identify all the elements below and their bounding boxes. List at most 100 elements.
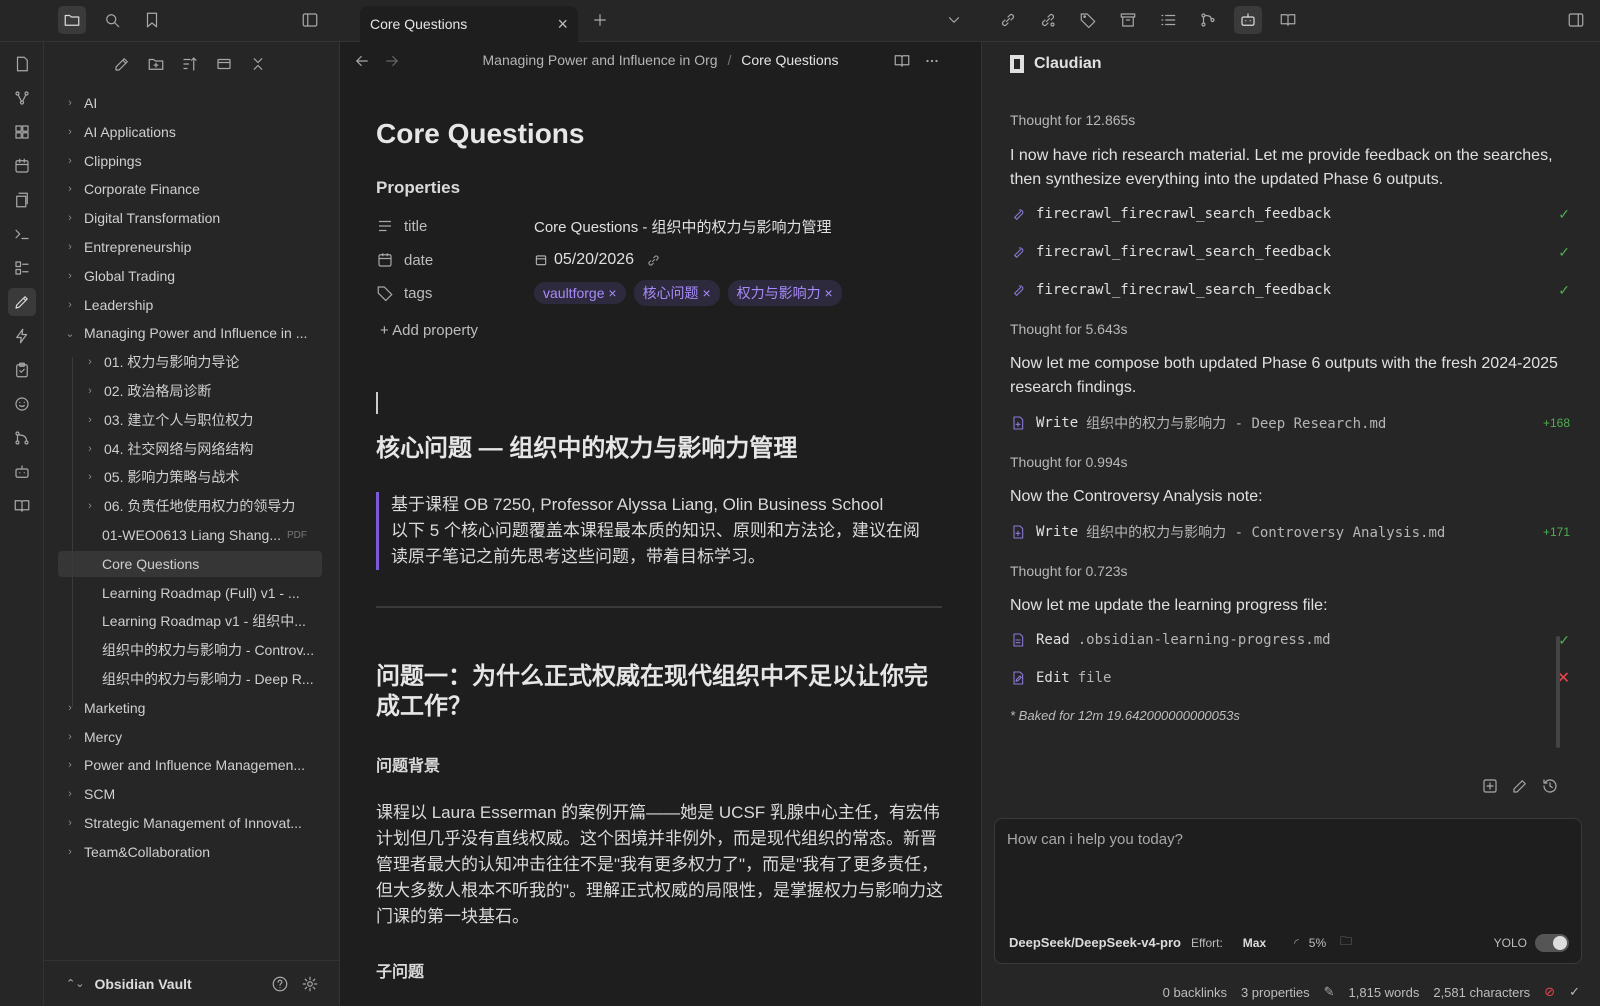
folder-item[interactable]: › Strategic Management of Innovat...	[58, 810, 322, 836]
folder-item[interactable]: › Leadership	[58, 292, 322, 318]
thought-duration[interactable]: Thought for 12.865s	[1010, 112, 1135, 128]
chat-input-box[interactable]: How can i help you today? DeepSeek/DeepS…	[994, 818, 1582, 964]
folder-item[interactable]: › 02. 政治格局诊断	[58, 378, 322, 404]
breadcrumb-parent[interactable]: Managing Power and Influence in Org	[483, 52, 718, 68]
tag-icon[interactable]	[1074, 6, 1102, 34]
graph-view-icon[interactable]	[8, 84, 36, 112]
folder-item[interactable]: › Power and Influence Managemen...	[58, 752, 322, 778]
property-title[interactable]: title Core Questions - 组织中的权力与影响力管理	[376, 212, 832, 240]
file-item[interactable]: 01-WEO0613 Liang Shang... PDF	[58, 522, 322, 548]
command-icon[interactable]	[8, 322, 36, 350]
kanban-icon[interactable]	[8, 254, 36, 282]
tool-call-write[interactable]: Write 组织中的权力与影响力 - Controversy Analysis.…	[1010, 520, 1570, 544]
folder-item[interactable]: › Digital Transformation	[58, 205, 322, 231]
folder-item[interactable]: › Corporate Finance	[58, 176, 322, 202]
folder-item[interactable]: ⌄ Managing Power and Influence in ...	[58, 320, 322, 346]
canvas-icon[interactable]	[8, 118, 36, 146]
folder-item[interactable]: › Entrepreneurship	[58, 234, 322, 260]
properties-count[interactable]: 3 properties	[1241, 985, 1310, 1000]
search-icon[interactable]	[98, 6, 126, 34]
heading-main[interactable]: 核心问题 — 组织中的权力与影响力管理	[376, 434, 797, 464]
breadcrumb-current[interactable]: Core Questions	[741, 52, 838, 68]
git-icon[interactable]	[1194, 6, 1222, 34]
tag-chip[interactable]: 核心问题 ×	[633, 280, 720, 306]
templates-icon[interactable]	[8, 186, 36, 214]
draw-icon[interactable]	[8, 288, 36, 316]
folder-item[interactable]: › Clippings	[58, 148, 322, 174]
archive-icon[interactable]	[1114, 6, 1142, 34]
files-icon[interactable]	[58, 6, 86, 34]
properties-heading[interactable]: Properties	[376, 178, 460, 198]
folder-item[interactable]: › 05. 影响力策略与战术	[58, 464, 322, 490]
add-context-icon[interactable]	[1476, 772, 1504, 800]
note-title[interactable]: Core Questions	[376, 118, 584, 150]
toggle-right-sidebar-icon[interactable]	[1562, 6, 1590, 34]
settings-gear-icon[interactable]	[296, 970, 324, 998]
tag-chip[interactable]: 权力与影响力 ×	[727, 280, 842, 306]
thought-duration[interactable]: Thought for 0.994s	[1010, 454, 1128, 470]
thought-duration[interactable]: Thought for 5.643s	[1010, 321, 1128, 337]
toggle-left-sidebar-icon[interactable]	[296, 6, 324, 34]
sort-icon[interactable]	[176, 50, 204, 78]
terminal-icon[interactable]	[8, 220, 36, 248]
folder-item[interactable]: › 03. 建立个人与职位权力	[58, 407, 322, 433]
add-property-button[interactable]: + Add property	[380, 322, 478, 339]
folder-item[interactable]: › Mercy	[58, 724, 322, 750]
property-value-title[interactable]: Core Questions - 组织中的权力与影响力管理	[534, 216, 832, 237]
more-options-icon[interactable]	[918, 47, 946, 75]
bookmark-icon[interactable]	[138, 6, 166, 34]
sync-error-icon[interactable]: ⊘	[1544, 984, 1555, 1000]
folder-item[interactable]: › AI	[58, 90, 322, 116]
folder-item[interactable]: › 04. 社交网络与网络结构	[58, 436, 322, 462]
tool-call-search[interactable]: firecrawl_firecrawl_search_feedback ✓	[1010, 202, 1570, 226]
tool-call-search[interactable]: firecrawl_firecrawl_search_feedback ✓	[1010, 240, 1570, 264]
link-settings-icon[interactable]	[1034, 6, 1062, 34]
new-chat-icon[interactable]	[1506, 772, 1534, 800]
file-item[interactable]: 组织中的权力与影响力 - Controv...	[58, 637, 322, 663]
tab-core-questions[interactable]: Core Questions ×	[360, 6, 578, 42]
folder-icon[interactable]: 🗀	[1340, 932, 1352, 953]
property-value-date[interactable]: 05/20/2026	[554, 251, 634, 269]
bot-icon[interactable]	[1234, 6, 1262, 34]
new-note-icon[interactable]	[108, 50, 136, 78]
emoji-icon[interactable]	[8, 390, 36, 418]
link-plugin-icon[interactable]	[994, 6, 1022, 34]
git-branch-icon[interactable]	[8, 424, 36, 452]
sync-check-icon[interactable]: ✓	[1569, 984, 1580, 1000]
pencil-icon[interactable]: ✎	[1324, 984, 1335, 1000]
heading-background[interactable]: 问题背景	[376, 752, 440, 776]
folder-item[interactable]: › Team&Collaboration	[58, 839, 322, 865]
book-icon[interactable]	[8, 492, 36, 520]
vault-switcher[interactable]: ⌃⌄ Obsidian Vault	[44, 960, 340, 1006]
file-item[interactable]: Core Questions	[58, 551, 322, 577]
tool-call-write[interactable]: Write 组织中的权力与影响力 - Deep Research.md +168	[1010, 411, 1570, 435]
reading-view-icon[interactable]	[1274, 6, 1302, 34]
tool-call-search[interactable]: firecrawl_firecrawl_search_feedback ✓	[1010, 278, 1570, 302]
link-icon[interactable]	[646, 253, 661, 268]
close-tab-icon[interactable]: ×	[557, 14, 568, 35]
tool-call-edit[interactable]: Edit file ✕	[1010, 666, 1570, 690]
blockquote[interactable]: 基于课程 OB 7250, Professor Alyssa Liang, Ol…	[376, 492, 936, 570]
chat-input-placeholder[interactable]: How can i help you today?	[1007, 831, 1183, 848]
folder-item[interactable]: › SCM	[58, 781, 322, 807]
folder-item[interactable]: › Marketing	[58, 695, 322, 721]
help-icon[interactable]	[266, 970, 294, 998]
backlinks-count[interactable]: 0 backlinks	[1163, 985, 1227, 1000]
thought-duration[interactable]: Thought for 0.723s	[1010, 563, 1128, 579]
clipboard-icon[interactable]	[8, 356, 36, 384]
calendar-icon[interactable]	[8, 152, 36, 180]
effort-selector[interactable]: Max	[1243, 936, 1266, 950]
folder-item[interactable]: › Global Trading	[58, 263, 322, 289]
new-tab-icon[interactable]	[586, 6, 614, 34]
file-item[interactable]: Learning Roadmap (Full) v1 - ...	[58, 580, 322, 606]
heading-subquestions[interactable]: 子问题	[376, 958, 424, 982]
folder-item[interactable]: › AI Applications	[58, 119, 322, 145]
new-folder-icon[interactable]	[142, 50, 170, 78]
robot-icon[interactable]	[8, 458, 36, 486]
file-item[interactable]: Learning Roadmap v1 - 组织中...	[58, 608, 322, 634]
yolo-toggle[interactable]	[1535, 933, 1569, 952]
outline-icon[interactable]	[1154, 6, 1182, 34]
new-note-icon[interactable]	[8, 50, 36, 78]
collapse-all-icon[interactable]	[244, 50, 272, 78]
folder-item[interactable]: › 01. 权力与影响力导论	[58, 349, 322, 375]
